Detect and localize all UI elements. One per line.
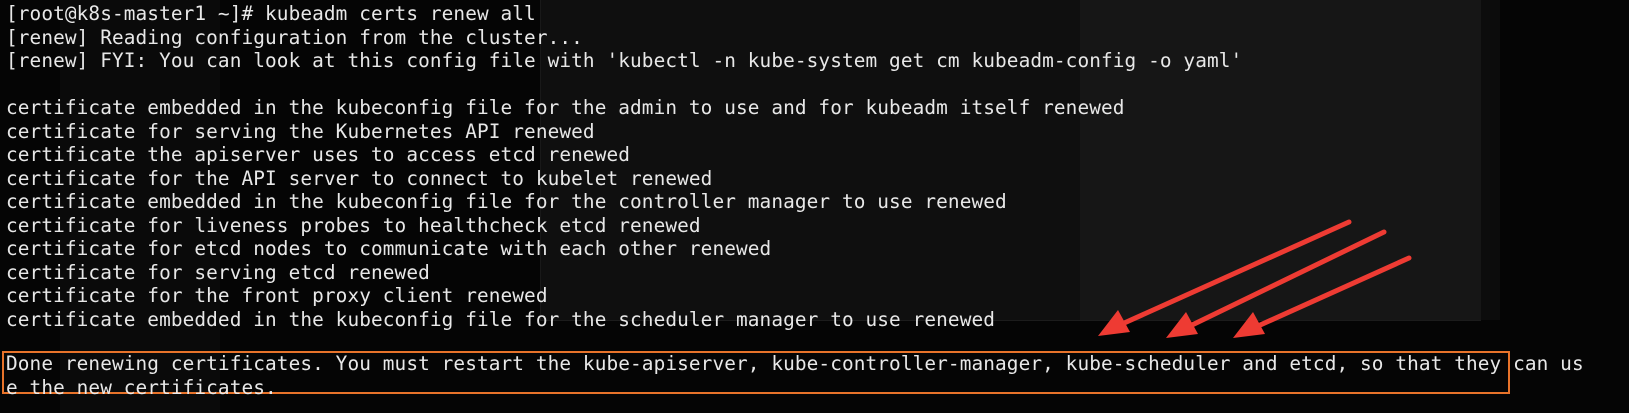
terminal-line: certificate for etcd nodes to communicat… [6, 237, 772, 260]
terminal-line: certificate for the front proxy client r… [6, 284, 548, 307]
terminal-line-command: [root@k8s-master1 ~]# kubeadm certs rene… [6, 2, 536, 25]
terminal-line: certificate for serving etcd renewed [6, 260, 430, 284]
terminal-line: [renew] Reading configuration from the c… [6, 25, 583, 49]
background-window-panel [1080, 0, 1500, 320]
terminal-line: [renew] FYI: You can look at this config… [6, 49, 1243, 72]
terminal-line: certificate for serving the Kubernetes A… [6, 119, 595, 143]
terminal-line: certificate embedded in the kubeconfig f… [6, 307, 996, 331]
terminal-line-highlighted: e the new certificates. [6, 375, 277, 399]
terminal-window[interactable]: [root@k8s-master1 ~]# kubeadm certs rene… [0, 0, 1629, 413]
terminal-line-highlighted: Done renewing certificates. You must res… [6, 352, 1584, 375]
terminal-line: certificate embedded in the kubeconfig f… [6, 96, 1125, 119]
terminal-line: certificate embedded in the kubeconfig f… [6, 190, 1007, 213]
terminal-line: certificate for the API server to connec… [6, 166, 713, 190]
terminal-line: certificate the apiserver uses to access… [6, 143, 631, 166]
terminal-line: certificate for liveness probes to healt… [6, 213, 701, 237]
